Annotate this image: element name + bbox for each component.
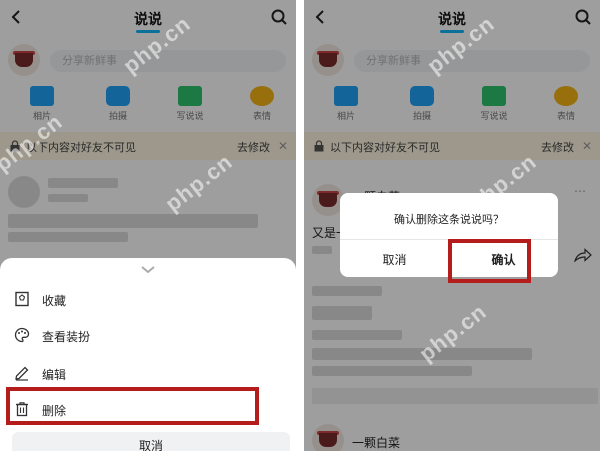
- sheet-item-favorite[interactable]: 收藏: [0, 282, 296, 318]
- delete-highlight-box: [6, 387, 259, 425]
- confirm-highlight-box: [448, 239, 531, 283]
- sheet-item-view-theme[interactable]: 查看装扮: [0, 318, 296, 354]
- sheet-item-label: 收藏: [42, 294, 67, 308]
- dialog-cancel-button[interactable]: 取消: [340, 251, 449, 268]
- palette-icon: [14, 327, 30, 343]
- cancel-button[interactable]: 取消: [12, 432, 290, 451]
- bookmark-icon: [15, 291, 29, 307]
- right-screen: 说说 分享新鲜事 相片 拍摄 写说说 表情 以下内容对好友不可见 去修改 ✕ ⋯…: [304, 0, 600, 451]
- chevron-down-icon[interactable]: [140, 264, 156, 274]
- panel-divider: [296, 0, 304, 451]
- left-screen: 说说 分享新鲜事 相片 拍摄 写说说 表情 以下内容对好友不可见 去修改 ✕ 收…: [0, 0, 296, 451]
- sheet-item-label: 查看装扮: [42, 330, 91, 344]
- dialog-message: 确认删除这条说说吗？: [394, 214, 504, 226]
- sheet-item-label: 编辑: [42, 368, 67, 382]
- edit-icon: [15, 366, 29, 381]
